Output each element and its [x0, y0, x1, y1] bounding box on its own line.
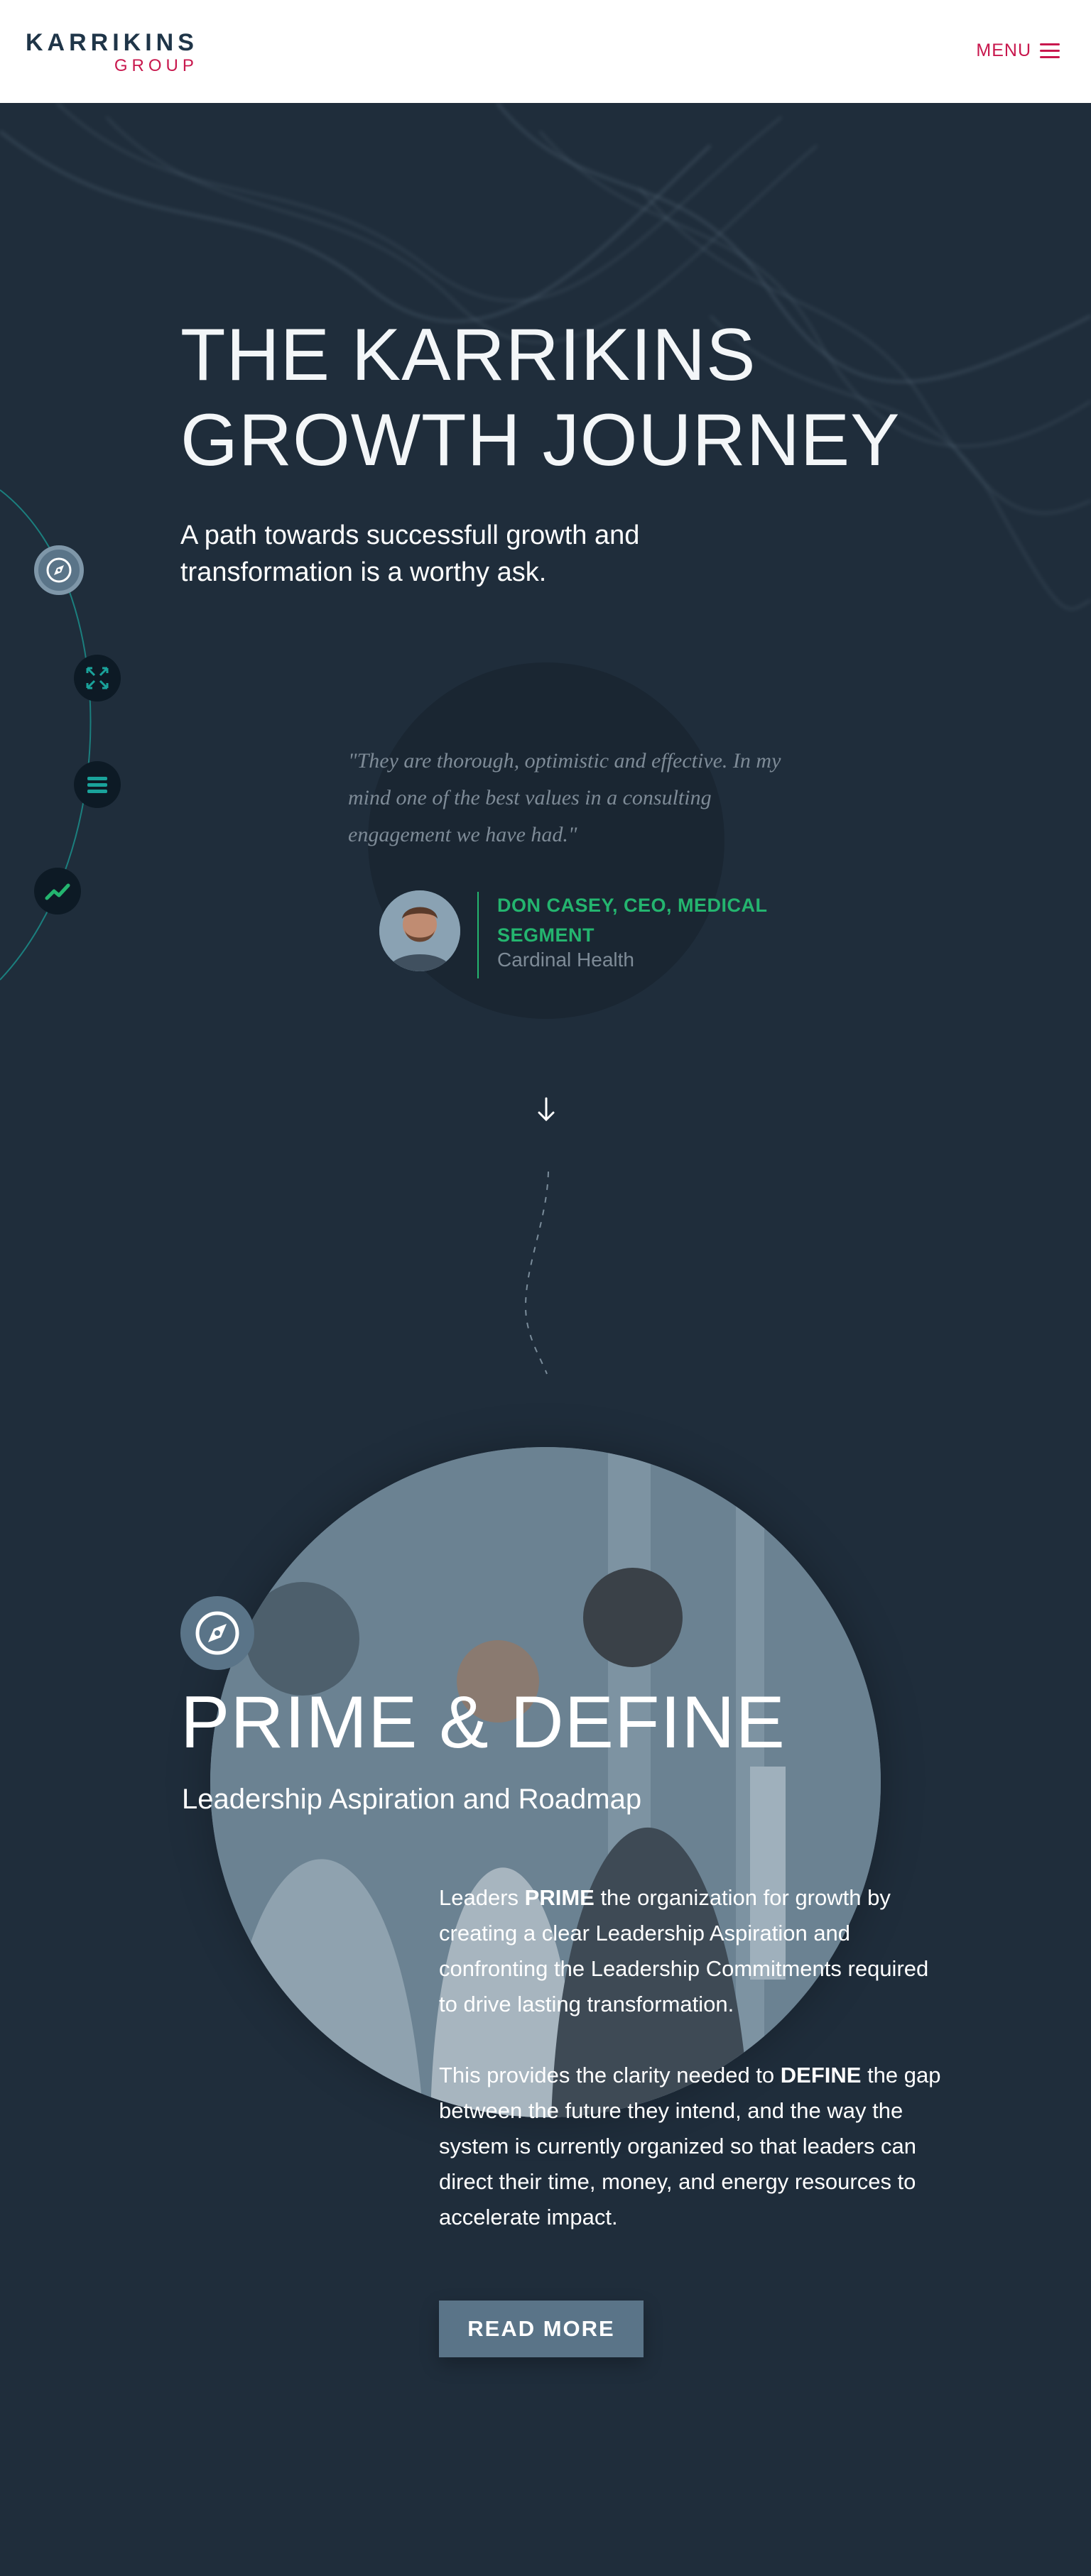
- nav-list-button[interactable]: [74, 761, 121, 808]
- logo-wordmark: KARRIKINS: [26, 29, 198, 56]
- section-subtitle: Leadership Aspiration and Roadmap: [182, 1784, 642, 1815]
- side-nav-arc: [0, 489, 92, 981]
- avatar: [379, 890, 460, 971]
- p1-text-start: Leaders: [439, 1885, 525, 1910]
- testimonial-company: Cardinal Health: [497, 949, 634, 971]
- arrow-down-icon[interactable]: [534, 1096, 558, 1124]
- testimonial-quote: "They are thorough, optimistic and effec…: [348, 749, 781, 846]
- section-paragraph-2: This provides the clarity needed to DEFI…: [439, 2058, 952, 2235]
- journey-side-nav: [0, 454, 142, 994]
- nav-expand-button[interactable]: [74, 655, 121, 702]
- expand-arrows-icon: [86, 667, 109, 689]
- p2-text-start: This provides the clarity needed to: [439, 2063, 781, 2087]
- menu-label: MENU: [976, 40, 1031, 60]
- dashed-connector: [524, 1171, 549, 1375]
- trend-up-icon: [45, 883, 70, 900]
- karrikins-logo[interactable]: KARRIKINS GROUP: [26, 30, 198, 75]
- menu-button[interactable]: MENU: [976, 40, 1060, 61]
- section-compass-badge: [180, 1596, 254, 1670]
- list-icon: [87, 777, 107, 793]
- testimonial-author: DON CASEY, CEO, MEDICAL SEGMENT: [497, 895, 768, 946]
- section-paragraph-1: Leaders PRIME the organization for growt…: [439, 1880, 952, 2022]
- attribution-divider: [477, 892, 479, 978]
- p1-emphasis: PRIME: [524, 1885, 595, 1910]
- hero-title: THE KARRIKINS GROWTH JOURNEY: [180, 312, 962, 483]
- section-title: PRIME & DEFINE: [180, 1681, 786, 1764]
- compass-icon: [46, 557, 72, 583]
- logo-subtitle: GROUP: [114, 56, 198, 75]
- read-more-button[interactable]: READ MORE: [439, 2301, 644, 2357]
- site-header: KARRIKINS GROUP MENU: [0, 0, 1091, 103]
- hamburger-icon: [1040, 43, 1060, 59]
- p2-text-end: the gap between the future they intend, …: [439, 2063, 941, 2230]
- compass-icon: [195, 1611, 239, 1655]
- hero-title-line2: GROWTH JOURNEY: [180, 399, 901, 481]
- nav-trend-button[interactable]: [34, 868, 81, 915]
- nav-compass-button[interactable]: [34, 545, 84, 595]
- avatar-portrait: [379, 890, 460, 971]
- hero-subtitle: A path towards successfull growth and tr…: [180, 520, 640, 587]
- hero-title-line1: THE KARRIKINS: [180, 314, 756, 396]
- p2-emphasis: DEFINE: [780, 2063, 862, 2087]
